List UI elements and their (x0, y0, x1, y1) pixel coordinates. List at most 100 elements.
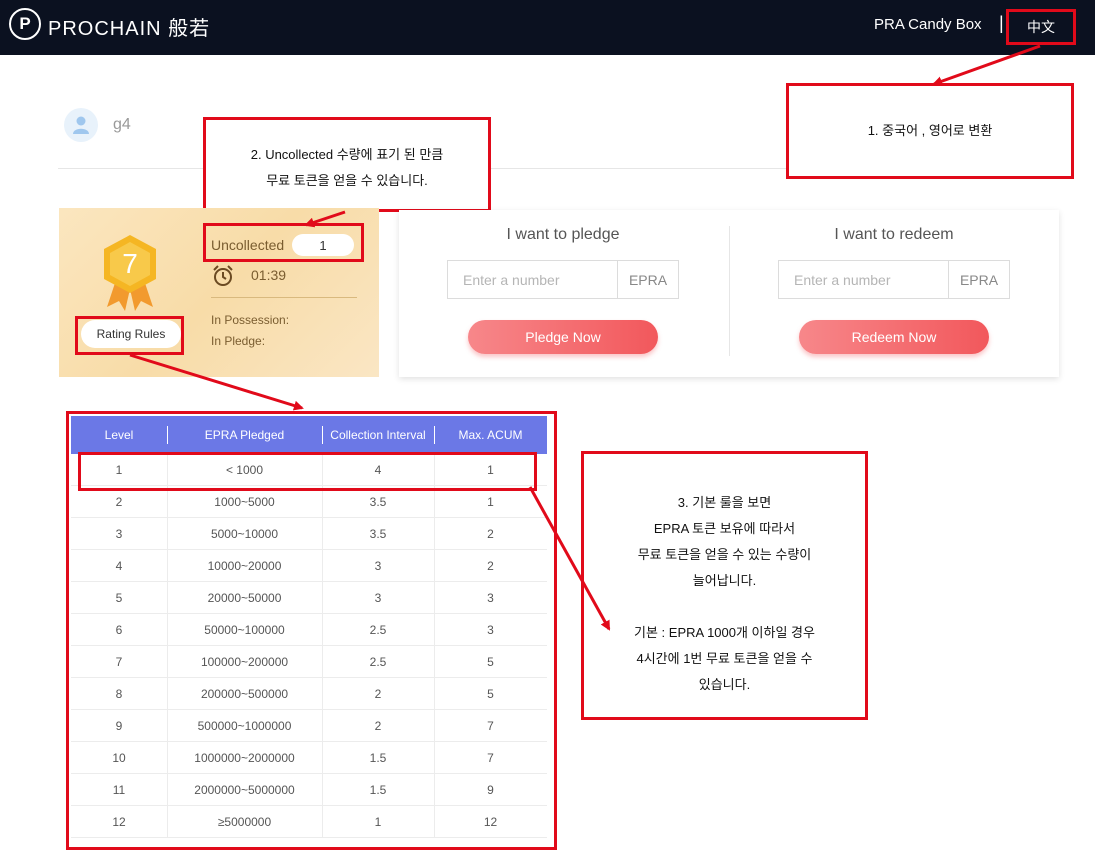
cell-separator (322, 550, 323, 582)
cell-collection-interval: 1 (374, 815, 382, 829)
header-epra-pledged: EPRA Pledged (204, 428, 285, 442)
header-collection-interval: Collection Interval (330, 428, 426, 442)
cell-epra-pledged: 20000~50000 (207, 591, 282, 605)
cell-separator (434, 582, 435, 614)
cell-separator (434, 614, 435, 646)
pledge-unit-label: EPRA (617, 260, 679, 299)
annotation-note-3-text: 3. 기본 룰을 보면 EPRA 토큰 보유에 따라서무료 토큰을 얻을 수 있는… (584, 490, 865, 698)
prochain-logo-icon[interactable]: P (9, 8, 41, 40)
cell-epra-pledged: 500000~1000000 (197, 719, 292, 733)
annotation-note-3-line: EPRA 토큰 보유에 따라서 (653, 521, 796, 536)
redeem-amount-input[interactable] (778, 260, 949, 299)
cell-separator (167, 806, 168, 838)
cell-max-acum: 3 (487, 623, 494, 637)
cell-separator (434, 710, 435, 742)
cell-max-acum: 9 (487, 783, 494, 797)
pledge-now-button[interactable]: Pledge Now (468, 320, 658, 354)
cell-level: 9 (115, 719, 123, 733)
cell-separator (167, 742, 168, 774)
cell-collection-interval: 3.5 (369, 527, 387, 541)
annotation-note-2: 2. Uncollected 수량에 표기 된 만큼 무료 토큰을 얻을 수 있… (203, 117, 491, 212)
brand-name[interactable]: PROCHAIN 般若 (48, 12, 210, 41)
cell-separator (322, 518, 323, 550)
cell-epra-pledged: 100000~200000 (200, 655, 289, 669)
cell-collection-interval: 2 (374, 719, 382, 733)
card-divider (211, 297, 357, 298)
redeem-title: I want to redeem (834, 226, 954, 243)
cell-separator (434, 646, 435, 678)
avatar (64, 108, 98, 142)
cell-level: 4 (115, 559, 123, 573)
cell-max-acum: 12 (483, 815, 498, 829)
nav-pra-candy-box[interactable]: PRA Candy Box (874, 16, 982, 33)
pledge-title: I want to pledge (506, 226, 620, 243)
cell-level: 12 (112, 815, 126, 829)
table-row: 10 1000000~2000000 1.5 7 (71, 742, 547, 774)
annotation-note-3-line: 3. 기본 룰을 보면 (677, 495, 772, 510)
table-row: 4 10000~20000 3 2 (71, 550, 547, 582)
cell-separator (167, 550, 168, 582)
cell-separator (434, 774, 435, 806)
uncollected-highlight (203, 223, 364, 262)
table-row: 6 50000~100000 2.5 3 (71, 614, 547, 646)
cell-max-acum: 5 (487, 687, 494, 701)
cell-collection-interval: 3 (374, 559, 382, 573)
cell-separator (322, 646, 323, 678)
cell-separator (322, 742, 323, 774)
cell-collection-interval: 2.5 (369, 623, 387, 637)
table-row: 7 100000~200000 2.5 5 (71, 646, 547, 678)
annotation-note-3-line: 있습니다. (698, 677, 751, 692)
cell-level: 7 (115, 655, 123, 669)
cell-separator (434, 550, 435, 582)
redeem-now-button[interactable]: Redeem Now (799, 320, 989, 354)
annotation-note-3-line: 무료 토큰을 얻을 수 있는 수량이 (637, 547, 812, 562)
cell-separator (167, 678, 168, 710)
cell-collection-interval: 3 (374, 591, 382, 605)
cell-separator (167, 710, 168, 742)
cell-max-acum: 3 (487, 591, 494, 605)
pledge-amount-input[interactable] (447, 260, 618, 299)
cell-max-acum: 7 (487, 751, 494, 765)
cell-level: 8 (115, 687, 123, 701)
in-possession-label: In Possession: (211, 313, 290, 327)
cell-level: 5 (115, 591, 123, 605)
row-1-highlight (78, 452, 537, 491)
table-row: 9 500000~1000000 2 7 (71, 710, 547, 742)
cell-collection-interval: 1.5 (369, 783, 387, 797)
cell-separator (322, 710, 323, 742)
cell-level: 10 (112, 751, 126, 765)
nav-separator: | (999, 13, 1004, 33)
user-name: g4 (113, 116, 131, 133)
table-row: 12 ≥5000000 1 12 (71, 806, 547, 838)
cell-epra-pledged: 2000000~5000000 (194, 783, 295, 797)
cell-level: 3 (115, 527, 123, 541)
countdown-timer: 01:39 (251, 267, 287, 283)
cell-separator (322, 774, 323, 806)
cell-separator (434, 742, 435, 774)
cell-separator (322, 614, 323, 646)
cell-separator (167, 646, 168, 678)
cell-separator (434, 518, 435, 550)
top-navbar: P PROCHAIN 般若 PRA Candy Box | 中文 (0, 0, 1095, 55)
annotation-note-3: 3. 기본 룰을 보면 EPRA 토큰 보유에 따라서무료 토큰을 얻을 수 있는… (581, 451, 868, 720)
header-max-acum: Max. ACUM (458, 428, 523, 442)
cell-separator (434, 806, 435, 838)
table-header: Level EPRA Pledged Collection Interval M… (71, 416, 547, 454)
cell-collection-interval: 1.5 (369, 751, 387, 765)
annotation-note-3-line: 기본 : EPRA 1000개 이하일 경우 (634, 625, 815, 640)
in-pledge-label: In Pledge: (211, 334, 266, 348)
cell-separator (167, 774, 168, 806)
redeem-unit-label: EPRA (948, 260, 1010, 299)
user-icon (73, 116, 89, 134)
annotation-note-2-line2: 무료 토큰을 얻을 수 있습니다. (266, 173, 428, 188)
cell-separator (434, 678, 435, 710)
annotation-note-3-line: 4시간에 1번 무료 토큰을 얻을 수 (636, 651, 813, 666)
table-row: 5 20000~50000 3 3 (71, 582, 547, 614)
table-row: 3 5000~10000 3.5 2 (71, 518, 547, 550)
annotation-note-1-text: 1. 중국어 , 영어로 변환 (867, 123, 993, 138)
header-level: Level (104, 428, 134, 442)
annotation-note-3-line (584, 594, 865, 620)
cell-max-acum: 2 (487, 527, 494, 541)
cell-max-acum: 5 (487, 655, 494, 669)
language-switch-button[interactable]: 中文 (1006, 9, 1076, 45)
